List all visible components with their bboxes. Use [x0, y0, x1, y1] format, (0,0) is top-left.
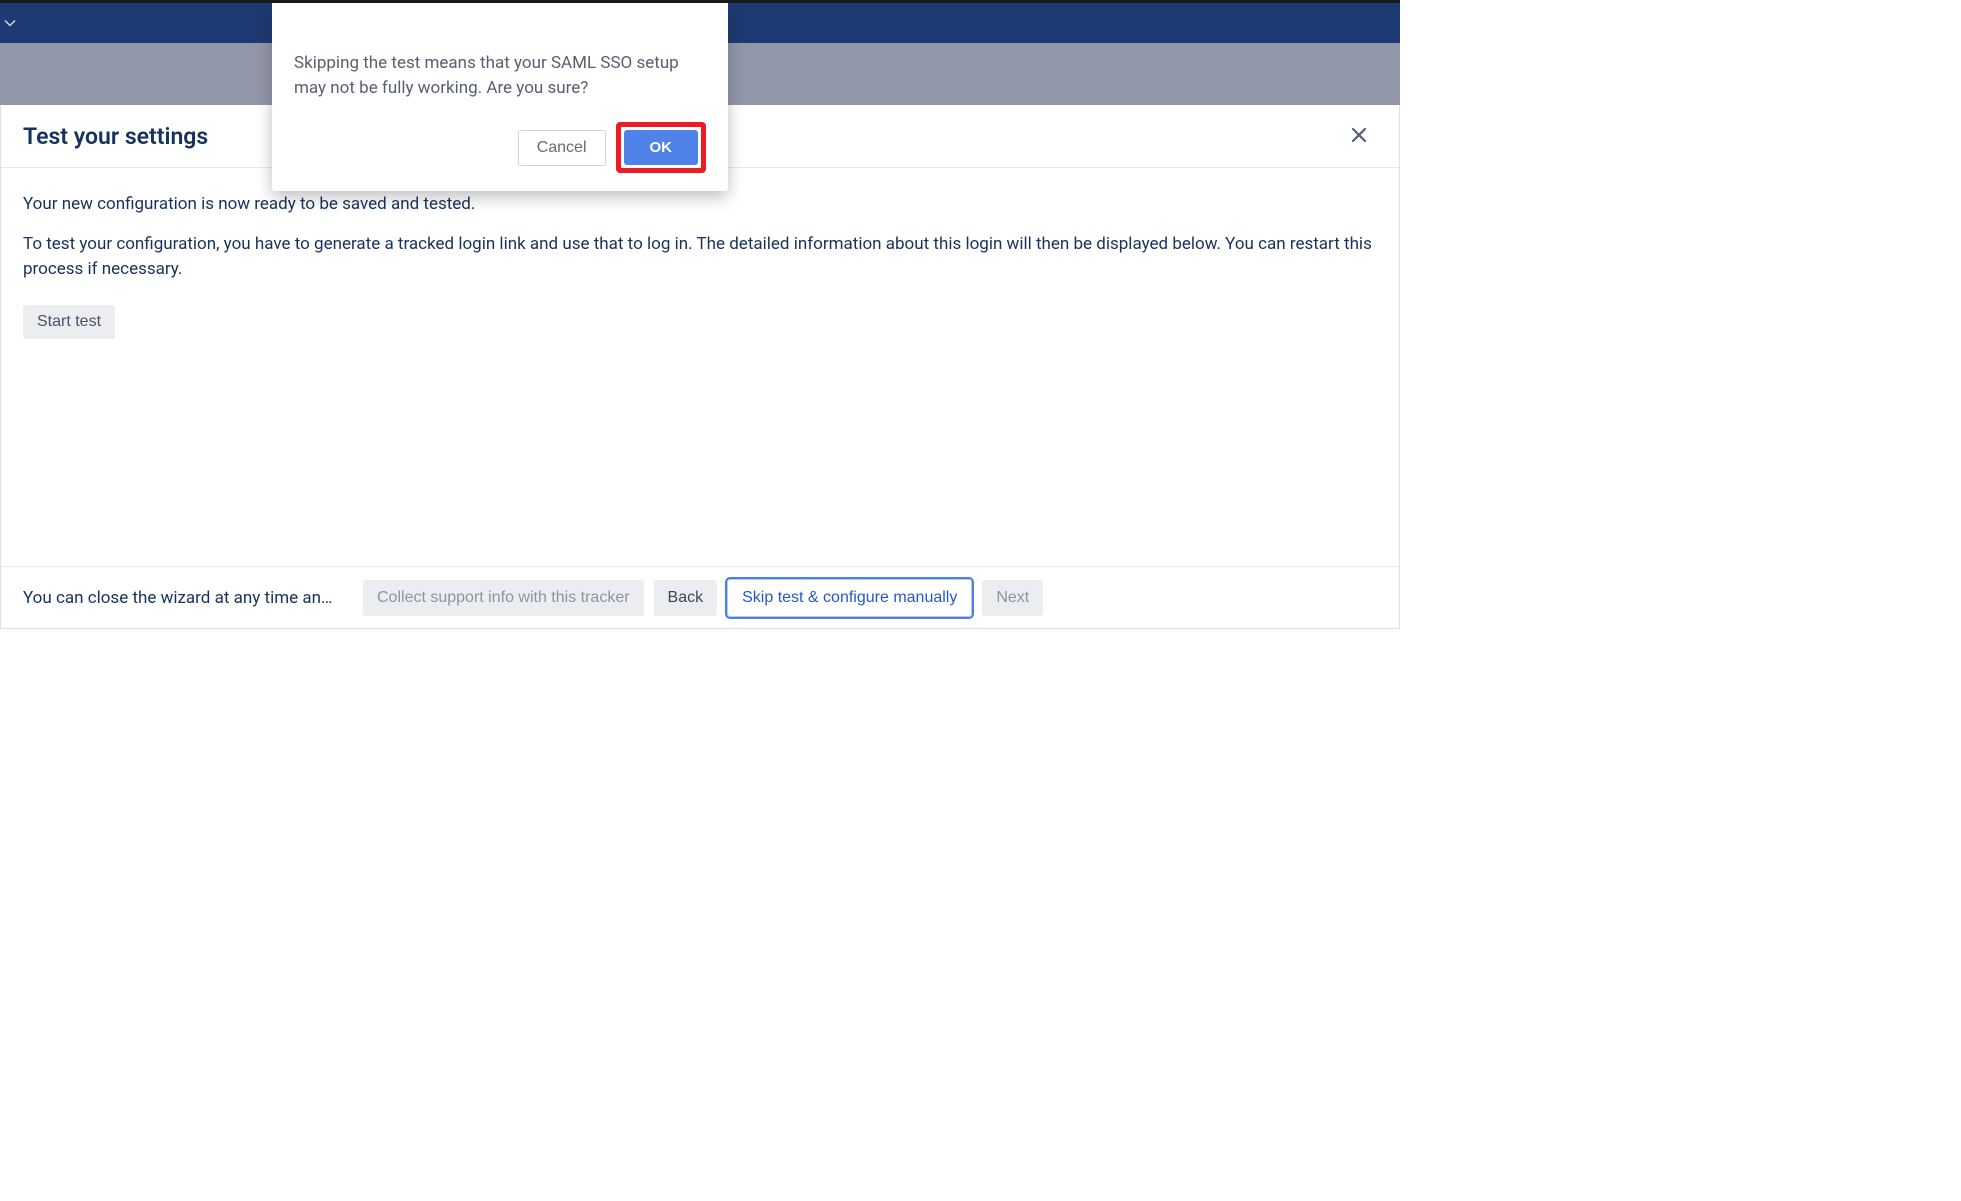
skip-test-button[interactable]: Skip test & configure manually — [727, 579, 972, 617]
instructions-text: To test your configuration, you have to … — [23, 232, 1377, 283]
footer-info-text: You can close the wizard at any time and… — [23, 588, 333, 608]
next-button[interactable]: Next — [982, 580, 1043, 616]
dialog-button-row: Cancel OK — [294, 122, 706, 173]
intro-text: Your new configuration is now ready to b… — [23, 192, 1377, 218]
page-title: Test your settings — [23, 123, 208, 150]
panel-body: Your new configuration is now ready to b… — [1, 168, 1399, 566]
panel-footer: You can close the wizard at any time and… — [1, 566, 1399, 628]
dialog-message: Skipping the test means that your SAML S… — [294, 51, 706, 100]
chevron-down-icon[interactable] — [4, 15, 16, 31]
back-button[interactable]: Back — [654, 580, 718, 616]
close-icon[interactable] — [1341, 120, 1377, 152]
collect-support-info-button[interactable]: Collect support info with this tracker — [363, 580, 644, 616]
cancel-button[interactable]: Cancel — [518, 130, 606, 166]
ok-button-highlight: OK — [616, 122, 707, 173]
confirmation-dialog: Skipping the test means that your SAML S… — [272, 3, 728, 191]
start-test-button[interactable]: Start test — [23, 305, 115, 339]
ok-button[interactable]: OK — [624, 130, 699, 165]
